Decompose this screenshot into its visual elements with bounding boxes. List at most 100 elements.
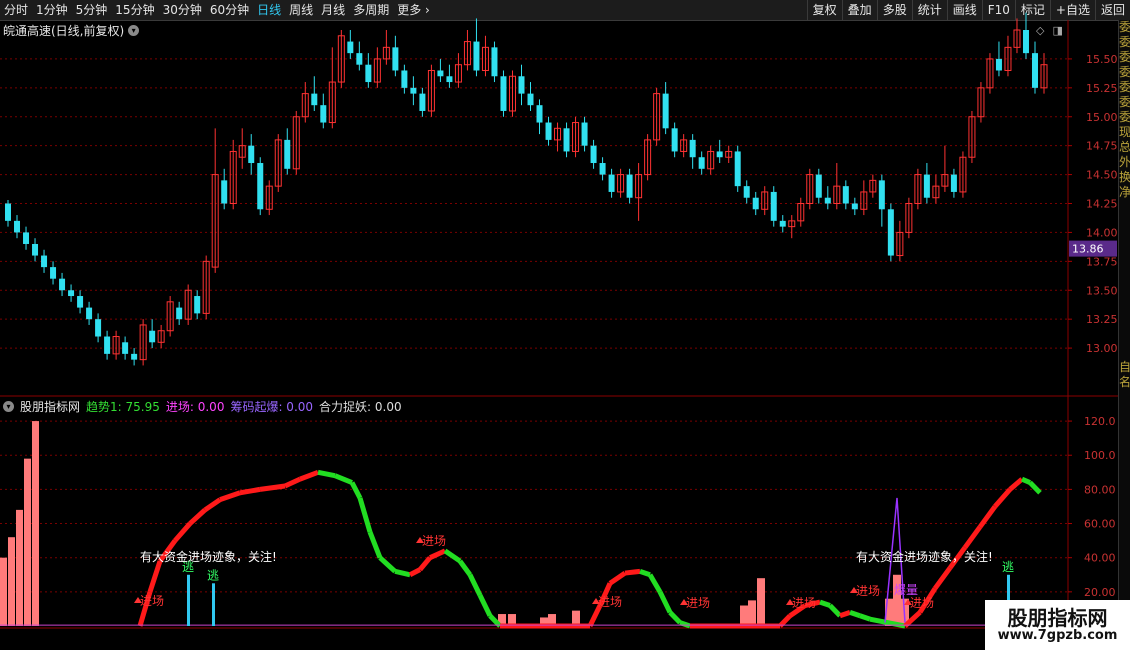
- strip-char-3: 委: [1119, 65, 1130, 79]
- candle-body: [878, 180, 885, 210]
- trend-segment: [349, 481, 363, 500]
- candle-body: [671, 128, 678, 152]
- candle-body: [221, 180, 228, 204]
- price-tick-label-3: 14.75: [1086, 140, 1118, 153]
- price-tick-label-0: 15.50: [1086, 53, 1118, 66]
- strip-char-5: 委: [1119, 95, 1130, 109]
- trend-segment: [394, 568, 411, 578]
- trend-segment: [849, 609, 861, 619]
- candle-body: [779, 220, 786, 227]
- cyan-bar-0: [187, 574, 190, 626]
- trend-segment: [778, 614, 792, 628]
- strip-char-8: 总: [1119, 140, 1130, 154]
- cyan-bar-1: [212, 583, 215, 626]
- candle-body: [689, 139, 696, 158]
- candle-body: [1022, 30, 1029, 54]
- candle-body: [815, 174, 822, 198]
- strip-char-4: 委: [1119, 80, 1130, 94]
- candle-body: [1031, 53, 1038, 88]
- trend-segment: [1008, 477, 1024, 492]
- price-tick-label-2: 15.00: [1086, 111, 1118, 124]
- strip-char-2: 委: [1119, 50, 1130, 64]
- strip-char-7: 现: [1119, 125, 1130, 139]
- candle-body: [545, 122, 552, 140]
- candle-body: [473, 41, 480, 71]
- strip-char-0: 委: [1119, 20, 1130, 34]
- notice-text-1: 有大资金进场迹象，关注!: [140, 549, 277, 564]
- right-info-strip[interactable]: 委委委委委委委现总外换净自名: [1118, 20, 1130, 630]
- pink-bar-6: [748, 600, 756, 626]
- ind-tick-label-5: 20.00: [1084, 586, 1116, 599]
- main-chart[interactable]: 15.50 15.25 15.00 14.75 14.50 14.25 14.00 13.75…: [0, 0, 1118, 630]
- trend-segment: [283, 476, 302, 489]
- trend-segment: [977, 504, 998, 529]
- pink-bar-5: [740, 605, 748, 626]
- trend-segment: [647, 573, 663, 594]
- candle-body: [563, 128, 570, 152]
- ind-tick-label-0: 120.0: [1084, 415, 1116, 428]
- trend-segment: [299, 469, 319, 482]
- price-tick-label-9: 13.25: [1086, 313, 1118, 326]
- trend-segment: [993, 487, 1012, 509]
- candle-body: [122, 342, 129, 354]
- strip-bottom-char-1: 名: [1119, 375, 1130, 389]
- entry-label-3: 进场: [686, 596, 710, 610]
- candle-body: [68, 290, 75, 297]
- ind-tick-label-2: 80.00: [1084, 483, 1116, 496]
- candle-body: [626, 174, 633, 198]
- entry-label-0: 进场: [140, 594, 164, 608]
- candle-body: [851, 203, 858, 210]
- candle-body: [824, 197, 831, 204]
- trend-segment: [839, 609, 851, 619]
- trend-segment: [624, 568, 641, 576]
- entry-label-4: 进场: [792, 596, 816, 610]
- watermark-title: 股朋指标网: [1007, 606, 1108, 630]
- candle-body: [527, 93, 534, 106]
- price-tick-label-6: 14.00: [1086, 226, 1118, 239]
- indicator-values: 趋势1: 75.95 进场: 0.00 筹码起爆: 0.00 合力捉妖: 0.00: [86, 398, 402, 415]
- trend-segment: [239, 486, 261, 496]
- candle-body: [311, 93, 318, 106]
- price-tick-label-10: 13.00: [1086, 342, 1118, 355]
- watermark: 股朋指标网 www.7gpzb.com: [985, 600, 1130, 650]
- candle-body: [356, 53, 363, 65]
- candle-body: [734, 151, 741, 187]
- entry-label-2: 进场: [598, 595, 622, 609]
- candle-body: [950, 174, 957, 192]
- trend-segment: [932, 566, 953, 590]
- candle-body: [131, 353, 138, 360]
- candle-body: [365, 64, 372, 83]
- chevron-down-icon[interactable]: ▾: [3, 401, 14, 412]
- left-pink-bar-0: [0, 557, 7, 626]
- trend-segment: [173, 521, 192, 543]
- candle-body: [32, 243, 39, 256]
- trend-segment: [443, 548, 462, 564]
- candle-body: [437, 70, 444, 77]
- trend-segment: [657, 590, 673, 614]
- trend-segment: [828, 603, 842, 618]
- strip-char-1: 委: [1119, 35, 1130, 49]
- strip-char-6: 委: [1119, 110, 1130, 124]
- candle-body: [95, 319, 102, 337]
- price-tick-label-5: 14.25: [1086, 198, 1118, 211]
- candle-body: [104, 336, 111, 354]
- volume-burst-label: 爆量: [894, 583, 918, 597]
- trend-segment: [1021, 476, 1031, 485]
- candle-body: [608, 174, 615, 192]
- trend-segment: [378, 555, 397, 574]
- candle-body: [77, 296, 84, 308]
- trend-segment: [408, 567, 422, 577]
- candle-body: [446, 76, 453, 83]
- candle-body: [491, 47, 498, 77]
- trend-segment: [608, 570, 627, 586]
- candle-body: [284, 139, 291, 169]
- candle-body: [995, 58, 1002, 71]
- candle-body: [86, 307, 93, 320]
- trend-segment: [668, 610, 682, 625]
- entry-label-1: 进场: [422, 534, 446, 548]
- trend-segment: [819, 599, 831, 608]
- candle-body: [581, 122, 588, 146]
- pink-bar-7: [757, 578, 765, 626]
- candle-body: [401, 70, 408, 88]
- price-tick-label-8: 13.50: [1086, 284, 1118, 297]
